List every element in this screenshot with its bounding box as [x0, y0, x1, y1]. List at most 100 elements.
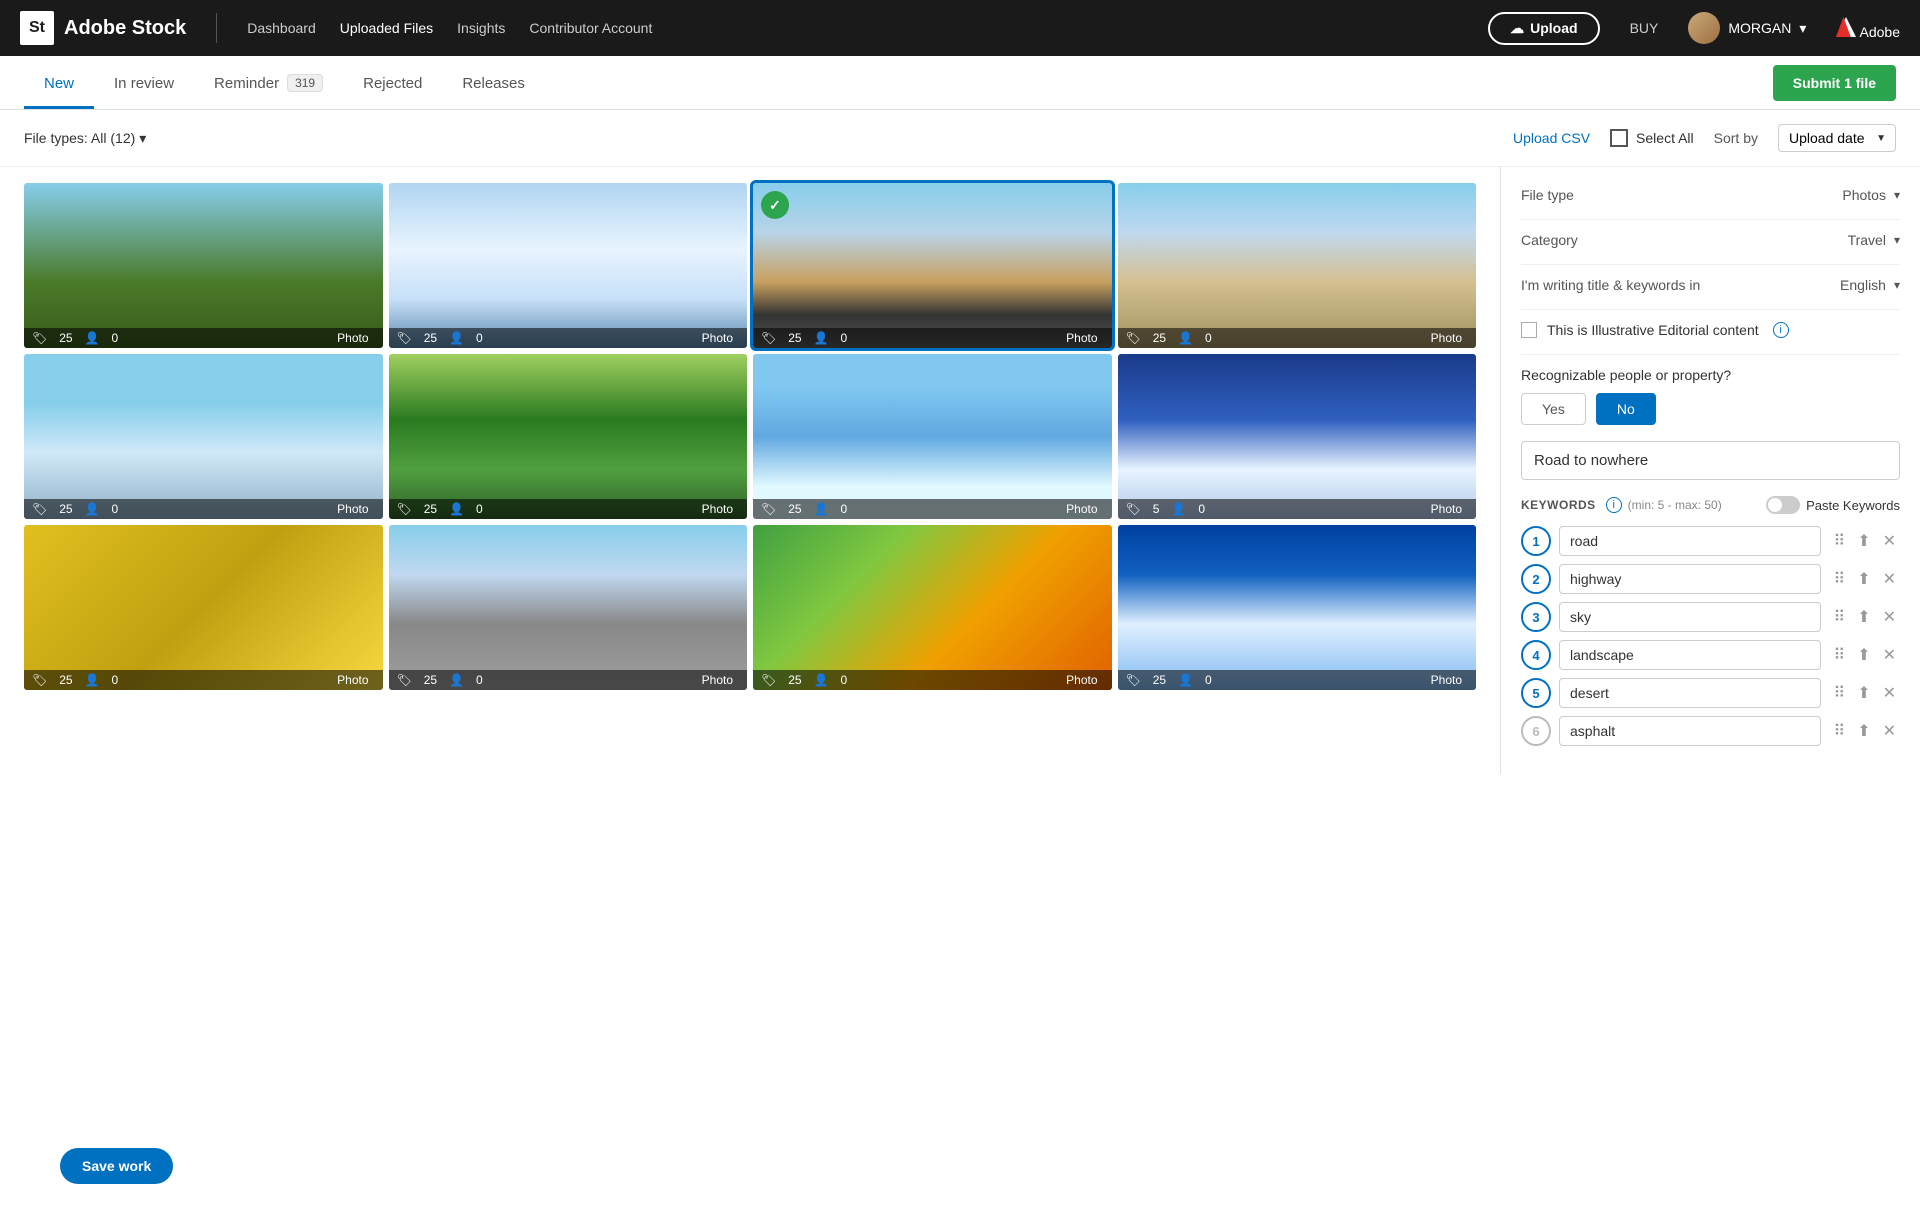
photo-card-10[interactable]: 🏷 25 👤 0 Photo	[389, 525, 748, 690]
keyword-remove-icon-4[interactable]: ✕	[1879, 643, 1900, 667]
file-type-select[interactable]: Photos ▾	[1842, 187, 1900, 203]
photo-type-10: Photo	[702, 673, 733, 687]
photo-type-7: Photo	[1066, 502, 1097, 516]
people-icon-10: 👤	[449, 673, 464, 687]
editorial-checkbox[interactable]	[1521, 322, 1537, 338]
photo-card-12[interactable]: 🏷 25 👤 0 Photo	[1118, 525, 1477, 690]
keyword-up-icon-1[interactable]: ⬆	[1853, 529, 1874, 553]
category-select[interactable]: Travel ▾	[1848, 232, 1900, 248]
title-input[interactable]	[1521, 441, 1900, 480]
photo-card-9[interactable]: 🏷 25 👤 0 Photo	[24, 525, 383, 690]
language-label: I'm writing title & keywords in	[1521, 277, 1840, 293]
keyword-drag-icon-2[interactable]: ⠿	[1829, 567, 1849, 591]
photo-type-6: Photo	[702, 502, 733, 516]
keyword-row-4: 4 ⠿ ⬆ ✕	[1521, 640, 1900, 670]
nav-uploaded-files[interactable]: Uploaded Files	[340, 20, 433, 36]
tab-rejected[interactable]: Rejected	[343, 57, 442, 109]
photo-footer-1: 🏷 25 👤 0 Photo	[24, 328, 383, 348]
tab-reminder[interactable]: Reminder 319	[194, 56, 343, 109]
keyword-actions-6: ⠿ ⬆ ✕	[1829, 719, 1900, 743]
tab-in-review[interactable]: In review	[94, 57, 194, 109]
people-count-12: 0	[1205, 673, 1212, 687]
photo-card-6[interactable]: 🏷 25 👤 0 Photo	[389, 354, 748, 519]
keyword-up-icon-5[interactable]: ⬆	[1853, 681, 1874, 705]
keyword-drag-icon-3[interactable]: ⠿	[1829, 605, 1849, 629]
sort-select-wrap[interactable]: Upload date	[1778, 124, 1896, 152]
photo-card-5[interactable]: 🏷 25 👤 0 Photo	[24, 354, 383, 519]
buy-link[interactable]: BUY	[1630, 20, 1659, 36]
nav-dashboard[interactable]: Dashboard	[247, 20, 316, 36]
language-select[interactable]: English ▾	[1840, 277, 1900, 293]
keyword-drag-icon-4[interactable]: ⠿	[1829, 643, 1849, 667]
tabs-bar: New In review Reminder 319 Rejected Rele…	[0, 56, 1920, 110]
people-icon-7: 👤	[814, 502, 829, 516]
nav-contributor-account[interactable]: Contributor Account	[529, 20, 652, 36]
tab-new[interactable]: New	[24, 57, 94, 109]
keyword-input-4[interactable]	[1559, 640, 1821, 670]
keyword-input-5[interactable]	[1559, 678, 1821, 708]
keywords-label: KEYWORDS	[1521, 498, 1596, 512]
upload-button[interactable]: ☁ Upload	[1488, 12, 1599, 45]
keyword-remove-icon-1[interactable]: ✕	[1879, 529, 1900, 553]
keyword-drag-icon-5[interactable]: ⠿	[1829, 681, 1849, 705]
category-row: Category Travel ▾	[1521, 232, 1900, 248]
photo-card-4[interactable]: 🏷 25 👤 0 Photo	[1118, 183, 1477, 348]
user-menu[interactable]: MORGAN ▾	[1688, 12, 1806, 44]
photo-footer-9: 🏷 25 👤 0 Photo	[24, 670, 383, 690]
keyword-up-icon-6[interactable]: ⬆	[1853, 719, 1874, 743]
photo-type-11: Photo	[1066, 673, 1097, 687]
photo-footer-7: 🏷 25 👤 0 Photo	[753, 499, 1112, 519]
upload-csv-button[interactable]: Upload CSV	[1513, 130, 1590, 146]
select-all-checkbox[interactable]	[1610, 129, 1628, 147]
category-value: Travel	[1848, 232, 1886, 248]
file-types-dropdown[interactable]: File types: All (12) ▾	[24, 130, 146, 147]
language-chevron-icon: ▾	[1894, 278, 1900, 292]
keyword-input-2[interactable]	[1559, 564, 1821, 594]
select-all-area[interactable]: Select All	[1610, 129, 1694, 147]
yes-no-row: Yes No	[1521, 393, 1900, 425]
keyword-remove-icon-2[interactable]: ✕	[1879, 567, 1900, 591]
keyword-remove-icon-6[interactable]: ✕	[1879, 719, 1900, 743]
yes-button[interactable]: Yes	[1521, 393, 1586, 425]
keyword-up-icon-4[interactable]: ⬆	[1853, 643, 1874, 667]
save-work-button[interactable]: Save work	[60, 1148, 173, 1184]
tag-icon-6: 🏷	[397, 502, 412, 516]
photo-image-2	[389, 183, 748, 348]
keyword-row-2: 2 ⠿ ⬆ ✕	[1521, 564, 1900, 594]
photo-image-11	[753, 525, 1112, 690]
tag-count-4: 25	[1153, 331, 1166, 345]
header: St Adobe Stock Dashboard Uploaded Files …	[0, 0, 1920, 56]
tag-icon-2: 🏷	[397, 331, 412, 345]
photo-card-1[interactable]: 🏷 25 👤 0 Photo	[24, 183, 383, 348]
keyword-remove-icon-5[interactable]: ✕	[1879, 681, 1900, 705]
category-label: Category	[1521, 232, 1848, 248]
no-button[interactable]: No	[1596, 393, 1656, 425]
people-icon-6: 👤	[449, 502, 464, 516]
keyword-drag-icon-1[interactable]: ⠿	[1829, 529, 1849, 553]
keyword-up-icon-3[interactable]: ⬆	[1853, 605, 1874, 629]
keyword-up-icon-2[interactable]: ⬆	[1853, 567, 1874, 591]
tab-releases[interactable]: Releases	[442, 57, 545, 109]
photo-card-8[interactable]: 🏷 5 👤 0 Photo	[1118, 354, 1477, 519]
keywords-info-icon[interactable]: i	[1606, 497, 1622, 513]
keyword-actions-2: ⠿ ⬆ ✕	[1829, 567, 1900, 591]
nav-insights[interactable]: Insights	[457, 20, 505, 36]
photo-type-4: Photo	[1431, 331, 1462, 345]
photo-card-7[interactable]: 🏷 25 👤 0 Photo	[753, 354, 1112, 519]
photo-type-12: Photo	[1431, 673, 1462, 687]
paste-keywords-toggle[interactable]	[1766, 496, 1800, 514]
keyword-drag-icon-6[interactable]: ⠿	[1829, 719, 1849, 743]
photo-card-3[interactable]: ✓ 🏷 25 👤 0 Photo	[753, 183, 1112, 348]
submit-button[interactable]: Submit 1 file	[1773, 65, 1896, 101]
keyword-input-6[interactable]	[1559, 716, 1821, 746]
keyword-actions-4: ⠿ ⬆ ✕	[1829, 643, 1900, 667]
editorial-info-icon[interactable]: i	[1773, 322, 1789, 338]
keyword-input-1[interactable]	[1559, 526, 1821, 556]
keyword-remove-icon-3[interactable]: ✕	[1879, 605, 1900, 629]
category-chevron-icon: ▾	[1894, 233, 1900, 247]
keyword-input-3[interactable]	[1559, 602, 1821, 632]
editorial-label: This is Illustrative Editorial content	[1547, 322, 1759, 338]
photo-card-11[interactable]: 🏷 25 👤 0 Photo	[753, 525, 1112, 690]
photo-card-2[interactable]: 🏷 25 👤 0 Photo	[389, 183, 748, 348]
sort-select[interactable]: Upload date	[1778, 124, 1896, 152]
